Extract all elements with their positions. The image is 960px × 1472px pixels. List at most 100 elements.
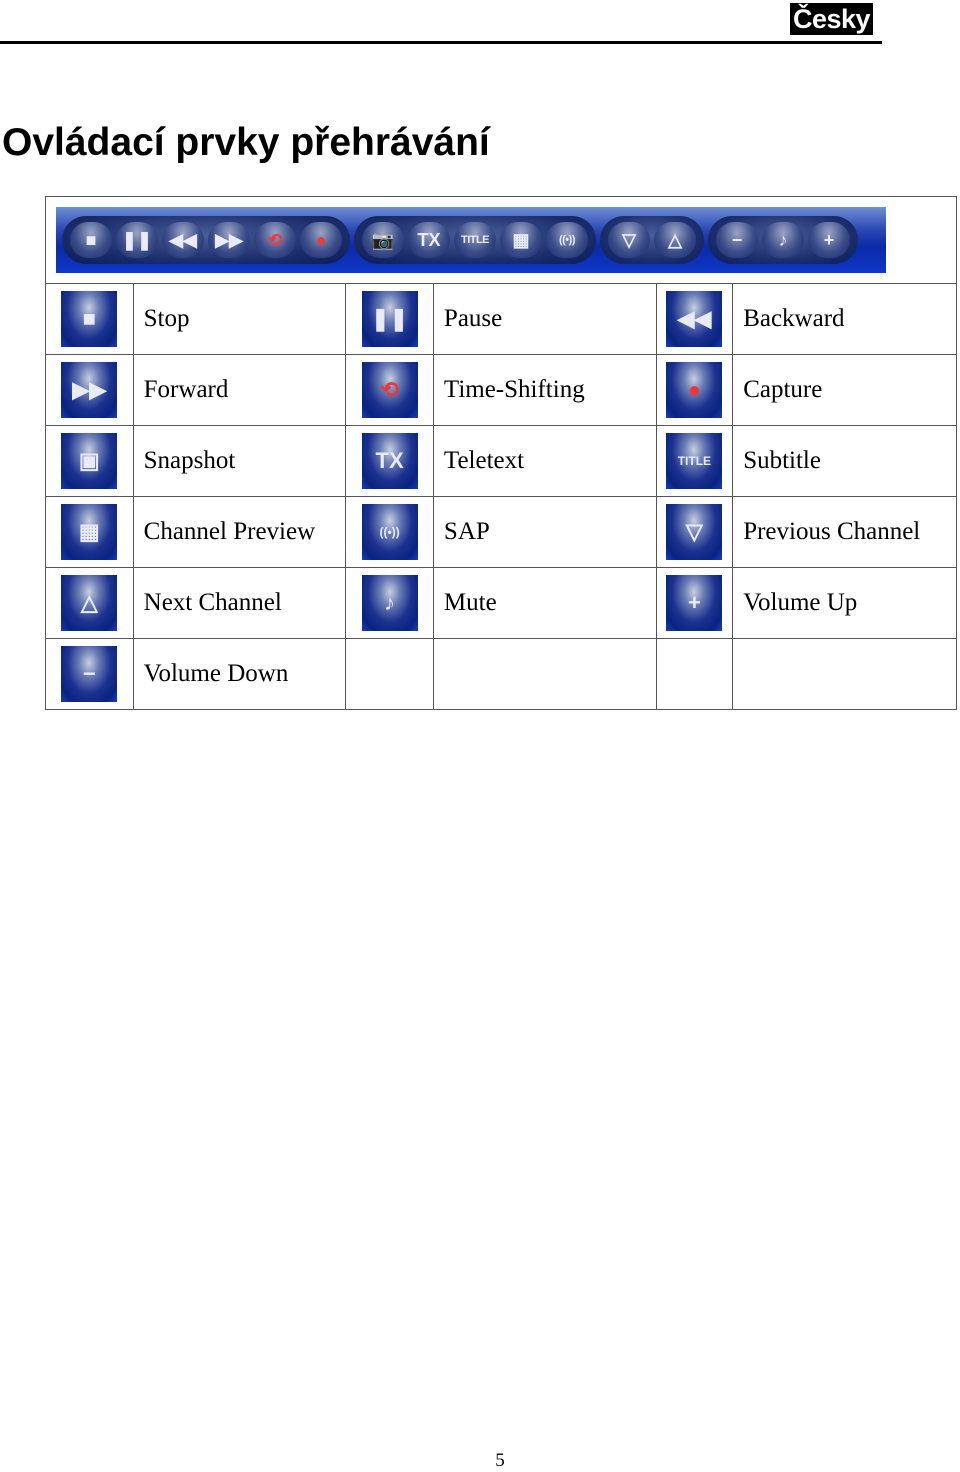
channel-preview-icon: ▦ (61, 504, 118, 560)
table-row: ▣ Snapshot TX Teletext TITLE Subtitle (45, 425, 957, 497)
stop-icon: ■ (70, 222, 112, 258)
subtitle-icon: TITLE (454, 222, 496, 258)
next-channel-icon: △ (61, 575, 118, 631)
forward-icon: ▶▶ (208, 222, 250, 258)
label-cell (432, 638, 657, 710)
subtitle-icon: TITLE (666, 433, 723, 489)
icon-cell: − (45, 638, 134, 710)
label-cell: Volume Down (132, 638, 347, 710)
label-cell: Channel Preview (132, 496, 347, 568)
header-rule (0, 41, 882, 44)
stop-icon: ■ (61, 291, 118, 347)
toolbar-group: ▽ △ (600, 216, 704, 264)
control-label: Pause (443, 305, 503, 332)
sap-icon: ((•)) (361, 504, 418, 560)
label-cell: Mute (432, 567, 657, 639)
forward-icon: ▶▶ (61, 362, 118, 418)
label-cell: Subtitle (732, 425, 957, 497)
icon-cell: ▶▶ (45, 354, 134, 426)
backward-icon: ◀◀ (162, 222, 204, 258)
teletext-icon: TX (408, 222, 450, 258)
pause-icon: ❚❚ (116, 222, 158, 258)
table-row: ▶▶ Forward ⟲ Time-Shifting ● Capture (45, 354, 957, 426)
table-row: △ Next Channel ♪ Mute + Volume Up (45, 567, 957, 639)
label-cell: Snapshot (132, 425, 347, 497)
label-cell: Pause (432, 283, 657, 355)
language-badge: Česky (790, 3, 874, 35)
label-cell: Next Channel (132, 567, 347, 639)
sap-icon: ((•)) (546, 222, 588, 258)
icon-cell: ◀◀ (655, 283, 734, 355)
volume-up-icon: + (666, 575, 723, 631)
control-label: Teletext (443, 447, 525, 474)
label-cell: Backward (732, 283, 957, 355)
page-number: 5 (495, 1450, 505, 1471)
volume-down-icon: − (716, 222, 758, 258)
capture-icon: ● (300, 222, 342, 258)
volume-up-icon: + (808, 222, 850, 258)
label-cell: Capture (732, 354, 957, 426)
next-channel-icon: △ (654, 222, 696, 258)
control-label: Volume Down (143, 660, 289, 687)
control-label: Backward (743, 305, 845, 332)
snapshot-icon: 📷 (362, 222, 404, 258)
toolbar-group: − ♪ + (708, 216, 858, 264)
icon-cell: TITLE (655, 425, 734, 497)
table-row: − Volume Down (45, 638, 957, 710)
previous-channel-icon: ▽ (666, 504, 723, 560)
control-label: Subtitle (743, 447, 821, 474)
icon-cell: ▣ (45, 425, 134, 497)
icon-cell: ⟲ (345, 354, 434, 426)
icon-cell: ▦ (45, 496, 134, 568)
previous-channel-icon: ▽ (608, 222, 650, 258)
control-label: Mute (443, 589, 497, 616)
playback-controls-table: ■ ❚❚ ◀◀ ▶▶ ⟲ ● 📷 TX TITLE ▦ ((•)) ▽ △ − ♪ + ■ Stop ❚❚ Paus… (45, 196, 957, 710)
control-label: Previous Channel (743, 518, 921, 545)
icon-cell: ❚❚ (345, 283, 434, 355)
toolbar-row: ■ ❚❚ ◀◀ ▶▶ ⟲ ● 📷 TX TITLE ▦ ((•)) ▽ △ − ♪ + (45, 196, 957, 284)
control-label: Forward (143, 376, 229, 403)
mute-icon: ♪ (361, 575, 418, 631)
table-row: ▦ Channel Preview ((•)) SAP ▽ Previous Channe… (45, 496, 957, 568)
icon-cell (655, 638, 734, 710)
teletext-icon: TX (361, 433, 418, 489)
control-label: Stop (143, 305, 190, 332)
icon-cell: △ (45, 567, 134, 639)
control-label: Channel Preview (143, 518, 316, 545)
icon-cell (345, 638, 434, 710)
label-cell: Stop (132, 283, 347, 355)
page-title: Ovládací prvky přehrávání (2, 121, 490, 164)
volume-down-icon: − (61, 646, 118, 702)
pause-icon: ❚❚ (361, 291, 418, 347)
label-cell: SAP (432, 496, 657, 568)
channel-preview-icon: ▦ (500, 222, 542, 258)
icon-cell: TX (345, 425, 434, 497)
control-label: Next Channel (143, 589, 282, 616)
control-label: Time-Shifting (443, 376, 585, 403)
icon-cell: + (655, 567, 734, 639)
label-cell (732, 638, 957, 710)
control-label: Snapshot (143, 447, 236, 474)
mute-icon: ♪ (762, 222, 804, 258)
label-cell: Time-Shifting (432, 354, 657, 426)
label-cell: Forward (132, 354, 347, 426)
control-label: Capture (743, 376, 823, 403)
playback-toolbar: ■ ❚❚ ◀◀ ▶▶ ⟲ ● 📷 TX TITLE ▦ ((•)) ▽ △ − ♪ + (56, 207, 886, 273)
icon-cell: ▽ (655, 496, 734, 568)
time-shifting-icon: ⟲ (254, 222, 296, 258)
label-cell: Volume Up (732, 567, 957, 639)
icon-cell: ■ (45, 283, 134, 355)
control-label: Volume Up (743, 589, 858, 616)
toolbar-group: 📷 TX TITLE ▦ ((•)) (354, 216, 596, 264)
table-row: ■ Stop ❚❚ Pause ◀◀ Backward (45, 283, 957, 355)
time-shifting-icon: ⟲ (361, 362, 418, 418)
icon-cell: ● (655, 354, 734, 426)
capture-icon: ● (666, 362, 723, 418)
control-label: SAP (443, 518, 490, 545)
icon-cell: ♪ (345, 567, 434, 639)
icon-cell: ((•)) (345, 496, 434, 568)
toolbar-group: ■ ❚❚ ◀◀ ▶▶ ⟲ ● (62, 216, 350, 264)
label-cell: Teletext (432, 425, 657, 497)
backward-icon: ◀◀ (666, 291, 723, 347)
snapshot-icon: ▣ (61, 433, 118, 489)
